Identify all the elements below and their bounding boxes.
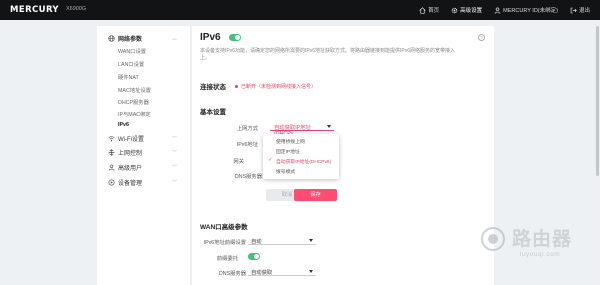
status-dot-icon bbox=[235, 85, 238, 88]
chevron-up-icon: ︿ bbox=[172, 35, 178, 42]
gear-icon bbox=[451, 7, 458, 13]
option-dhcpv6-label: 自动获取IP地址(DHCPv6) bbox=[276, 160, 332, 165]
prefix-setting-value: 自动 bbox=[251, 239, 262, 245]
nav-advanced-settings[interactable]: 高级设置 bbox=[451, 6, 482, 14]
chevron-down-icon: ﹀ bbox=[172, 164, 178, 171]
ipv6-toggle[interactable] bbox=[229, 34, 241, 41]
chevron-down-icon: ﹀ bbox=[172, 135, 178, 142]
option-static-ip[interactable]: 固定IP地址 bbox=[263, 146, 339, 156]
gateway-label: 网关 bbox=[233, 159, 244, 165]
sidebar-wifi-label: Wi-Fi设置 bbox=[118, 136, 144, 143]
sidebar-internet-label: 上网控制 bbox=[118, 150, 143, 157]
sidebar-section-device[interactable]: 设备管理 ﹀ bbox=[97, 176, 191, 188]
nav-home-label: 首页 bbox=[428, 8, 440, 14]
option-pppoe[interactable]: 拨号模式 bbox=[263, 166, 339, 176]
device-icon bbox=[108, 179, 115, 185]
sidebar-item-wan[interactable]: WAN口设置 bbox=[118, 46, 146, 56]
option-dhcpv6[interactable]: ✓ 自动获取IP地址(DHCPv6) bbox=[263, 156, 339, 166]
brand-logo: MERCURY bbox=[10, 5, 59, 15]
wan-dns-select[interactable]: 自动获取 bbox=[248, 267, 316, 276]
option-static-ip-label: 固定IP地址 bbox=[276, 150, 300, 155]
prefix-setting-select[interactable]: 自动 bbox=[248, 236, 316, 245]
sidebar-section-network[interactable]: 网络参数 ︿ bbox=[97, 32, 191, 44]
model-number: X6900G bbox=[66, 6, 87, 12]
prefix-relay-label: 前缀委托 bbox=[216, 256, 238, 262]
nav-advanced-label: 高级设置 bbox=[460, 8, 483, 14]
sidebar: 网络参数 ︿ WAN口设置 LAN口设置 硬件NAT MAC地址设置 DHCP服… bbox=[97, 26, 191, 285]
wan-dns-label: DNS服务器 bbox=[218, 271, 246, 277]
nav-mercury-id[interactable]: MERCURY ID(未绑定) bbox=[494, 6, 558, 14]
watermark-main-text: 路由器 bbox=[512, 229, 573, 250]
chevron-down-icon: ﹀ bbox=[172, 179, 178, 186]
home-icon bbox=[419, 6, 426, 14]
watermark-sub-text: luyouqi.com bbox=[520, 251, 561, 258]
option-pppoe-label: 拨号模式 bbox=[276, 170, 296, 175]
sidebar-section-internet-control[interactable]: 上网控制 ﹀ bbox=[97, 146, 191, 158]
user-icon bbox=[108, 164, 115, 171]
sidebar-section-advanced-user[interactable]: 高级用户 ﹀ bbox=[97, 161, 191, 173]
control-icon bbox=[108, 148, 115, 156]
checkmark-icon: ✓ bbox=[268, 157, 273, 163]
sidebar-guest-label: 高级用户 bbox=[118, 165, 143, 172]
nav-logout-label: 退出 bbox=[578, 8, 590, 14]
sidebar-item-ip-mac[interactable]: IP与MAC绑定 bbox=[118, 109, 151, 119]
watermark: 路由器 luyouqi.com bbox=[480, 222, 590, 272]
sidebar-device-label: 设备管理 bbox=[118, 180, 143, 187]
prefix-relay-toggle[interactable] bbox=[248, 253, 260, 260]
sidebar-network-label: 网络参数 bbox=[118, 36, 143, 43]
globe-icon bbox=[108, 34, 115, 42]
option-bridge[interactable]: 使用桥接上网 bbox=[263, 136, 339, 146]
router-logo-icon bbox=[481, 227, 505, 251]
wifi-icon bbox=[108, 135, 115, 141]
chevron-down-icon bbox=[309, 270, 313, 273]
connection-status-text: 已断开（未检测到网线接入信号） bbox=[241, 84, 317, 90]
chevron-down-icon bbox=[327, 125, 331, 128]
connection-mode-dropdown: 使用桥接上网 固定IP地址 ✓ 自动获取IP地址(DHCPv6) 拨号模式 bbox=[263, 134, 339, 179]
save-button[interactable]: 保存 bbox=[294, 189, 337, 201]
option-bridge-label: 使用桥接上网 bbox=[276, 140, 305, 145]
logout-icon bbox=[570, 7, 577, 13]
page-title: IPv6 bbox=[200, 32, 221, 43]
connection-mode-select[interactable]: 自动获取IP地址(DHCPv... bbox=[270, 122, 334, 137]
connection-status-heading: 连接状态 bbox=[200, 84, 226, 91]
sidebar-item-dhcp[interactable]: DHCP服务器 bbox=[118, 97, 149, 107]
prefix-setting-label: IPv6地址前缀设置 bbox=[203, 240, 246, 246]
sidebar-item-mac[interactable]: MAC地址设置 bbox=[118, 85, 151, 95]
sidebar-item-hw-nat[interactable]: 硬件NAT bbox=[118, 72, 139, 82]
chevron-down-icon: ﹀ bbox=[172, 149, 178, 156]
mode-label: 上网方式 bbox=[236, 126, 258, 132]
nav-logout[interactable]: 退出 bbox=[570, 6, 590, 14]
connection-status: 已断开（未检测到网线接入信号） bbox=[235, 83, 316, 90]
sidebar-item-ipv6[interactable]: IPv6 bbox=[118, 120, 129, 130]
help-icon[interactable]: ? bbox=[478, 34, 485, 41]
sidebar-item-lan[interactable]: LAN口设置 bbox=[118, 59, 144, 69]
basic-settings-heading: 基本设置 bbox=[200, 109, 226, 116]
top-bar: MERCURY X6900G 首页 高级设置 MERCURY ID(未绑定) 退… bbox=[0, 0, 600, 20]
wan-advanced-heading: WAN口高级参数 bbox=[200, 224, 248, 231]
wan-dns-value: 自动获取 bbox=[251, 270, 273, 276]
page-description: 本设备支持IPv6功能，请确定您的网络所需要的IPv6地址获取方式。将路由器链接… bbox=[200, 48, 456, 61]
dns-server-label: DNS服务器 bbox=[234, 174, 262, 180]
ipv6-address-label: IPv6地址 bbox=[236, 142, 258, 148]
user-icon bbox=[494, 7, 501, 14]
main-panel: IPv6 ? 本设备支持IPv6功能，请确定您的网络所需要的IPv6地址获取方式… bbox=[192, 26, 494, 285]
chevron-down-icon bbox=[309, 239, 313, 242]
scrollbar-thumb[interactable] bbox=[596, 26, 599, 176]
top-nav: 首页 高级设置 MERCURY ID(未绑定) 退出 bbox=[419, 0, 590, 20]
nav-home[interactable]: 首页 bbox=[419, 6, 439, 14]
sidebar-section-wifi[interactable]: Wi-Fi设置 ﹀ bbox=[97, 132, 191, 144]
nav-mercury-id-label: MERCURY ID(未绑定) bbox=[503, 8, 558, 14]
vertical-scrollbar[interactable] bbox=[595, 20, 600, 285]
